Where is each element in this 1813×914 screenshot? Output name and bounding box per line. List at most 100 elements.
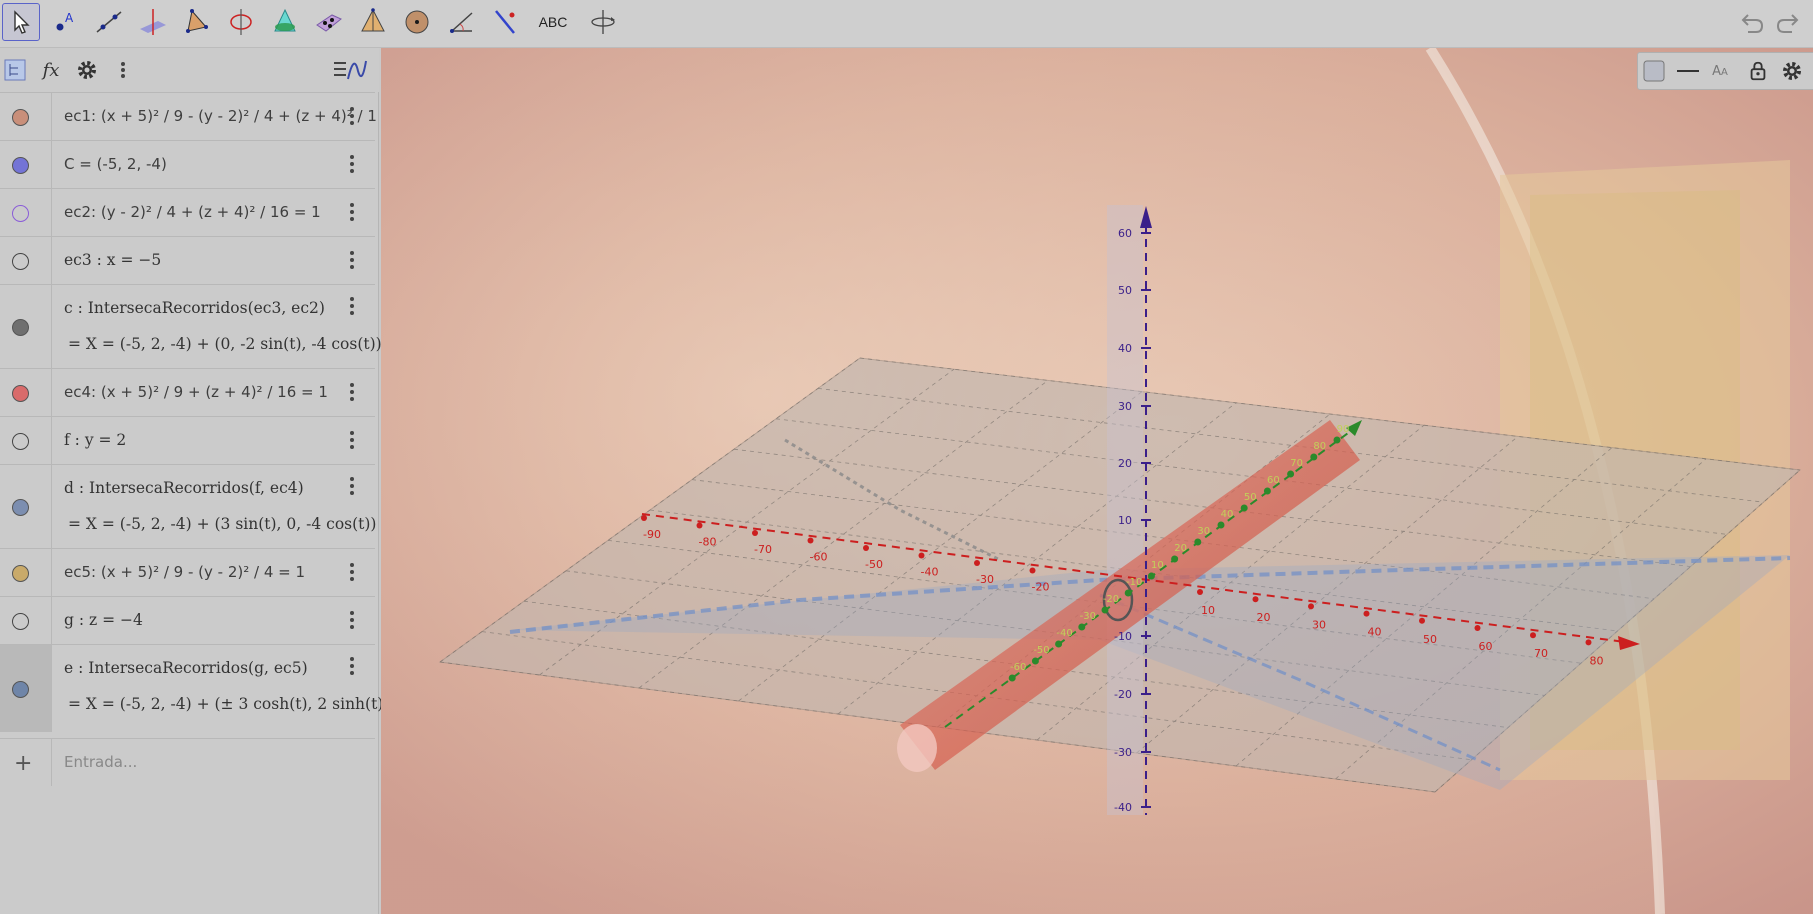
row-definition-f[interactable]: f : y = 2 [64,431,126,449]
algebra-input[interactable]: Entrada... [64,753,137,771]
point-tool[interactable]: A [46,3,84,41]
visibility-toggle-ec1[interactable] [12,108,29,126]
plane-points-icon [316,14,342,32]
visibility-toggle-g[interactable] [12,612,29,630]
reflect-tool[interactable] [486,3,524,41]
sphere-tool[interactable] [398,3,436,41]
row-menu-button[interactable] [349,251,355,271]
style-settings-button[interactable] [1778,57,1806,85]
row-definition-C[interactable]: C = (-5, 2, -4) [64,155,167,173]
algebra-row-ec1[interactable]: ec1: (x + 5)² / 9 - (y - 2)² / 4 + (z + … [0,92,377,140]
algebra-row-e[interactable]: e : IntersecaRecorridos(g, ec5) = X = (-5… [0,644,388,732]
row-marker [0,549,52,596]
algebra-menu-button[interactable] [108,55,138,85]
algebra-row-c[interactable]: c : IntersecaRecorridos(ec3, ec2) = X = (… [0,284,382,368]
algebra-row-ec4[interactable]: ec4: (x + 5)² / 9 + (z + 4)² / 16 = 1 [0,368,375,416]
pyramid-icon [361,8,385,32]
move-tool[interactable] [2,3,40,41]
row-menu-button[interactable] [349,431,355,451]
row-definition-g[interactable]: g : z = −4 [64,611,143,629]
x-tick-label: 20 [1257,611,1271,624]
algebra-row-d[interactable]: d : IntersecaRecorridos(f, ec4) = X = (-5… [0,464,376,548]
text-tool[interactable]: ABC [534,3,572,41]
redo-icon[interactable] [1774,8,1804,38]
visibility-toggle-C[interactable] [12,156,29,174]
row-menu-button[interactable] [349,383,355,403]
circle-axis-tool[interactable] [222,3,260,41]
x-tick [696,522,703,529]
visibility-toggle-ec5[interactable] [12,564,29,582]
visibility-toggle-ec3[interactable] [12,252,29,270]
row-definition-ec2[interactable]: ec2: (y - 2)² / 4 + (z + 4)² / 16 = 1 [64,203,321,221]
lock-button[interactable] [1744,57,1772,85]
row-result-e: = X = (-5, 2, -4) + (± 3 cosh(t), 2 sinh… [68,695,389,713]
visibility-toggle-d[interactable] [12,498,29,516]
graphics-3d-canvas[interactable]: -90 -80 -70 -60 -50 -40 -30 -20 10 20 30 40 50 60 70 80… [381,48,1813,914]
x-tick [752,530,758,536]
row-menu-button[interactable] [349,563,355,583]
graphing-toggle-button[interactable] [330,55,370,85]
row-menu-button[interactable] [349,203,355,223]
row-menu-button[interactable] [349,107,355,127]
row-menu-button[interactable] [349,657,355,677]
z-tick-label: 50 [1118,284,1132,297]
sort-toggle-button[interactable] [0,55,30,85]
algebra-input-row[interactable]: + Entrada... [0,738,375,786]
visibility-toggle-f[interactable] [12,432,29,450]
visibility-toggle-e[interactable] [12,680,29,698]
graphics-3d-view[interactable]: -90 -80 -70 -60 -50 -40 -30 -20 10 20 30 40 50 60 70 80… [381,48,1813,914]
algebra-row-ec5[interactable]: ec5: (x + 5)² / 9 - (y - 2)² / 4 = 1 [0,548,375,596]
algebra-row-ec2[interactable]: ec2: (y - 2)² / 4 + (z + 4)² / 16 = 1 [0,188,375,236]
line-style-button[interactable] [1674,57,1702,85]
perpendicular-icon [140,9,166,35]
text-size-button[interactable]: AA [1706,57,1734,85]
row-definition-ec4[interactable]: ec4: (x + 5)² / 9 + (z + 4)² / 16 = 1 [64,383,328,401]
row-definition-ec5[interactable]: ec5: (x + 5)² / 9 - (y - 2)² / 4 = 1 [64,563,305,581]
visibility-toggle-ec4[interactable] [12,384,29,402]
row-menu-button[interactable] [349,155,355,175]
y-tick [1194,538,1202,546]
x-tick [1363,610,1370,617]
y-tick [1171,555,1179,563]
polygon-tool[interactable] [178,3,216,41]
row-definition-c[interactable]: c : IntersecaRecorridos(ec3, ec2) [64,299,325,317]
row-marker [0,237,52,284]
algebra-row-ec3[interactable]: ec3 : x = −5 [0,236,375,284]
y-tick [1147,572,1155,580]
row-definition-d[interactable]: d : IntersecaRecorridos(f, ec4) [64,479,304,497]
angle-tool[interactable] [442,3,480,41]
visibility-toggle-c[interactable] [12,318,29,336]
pyramid-tool[interactable] [354,3,392,41]
y-tick-label: 80 [1313,441,1326,452]
algebra-row-C[interactable]: C = (-5, 2, -4) [0,140,375,188]
x-tick [974,560,980,566]
x-tick-label: 30 [1312,618,1326,631]
row-marker [0,189,52,236]
row-definition-ec3[interactable]: ec3 : x = −5 [64,251,161,269]
row-definition-e[interactable]: e : IntersecaRecorridos(g, ec5) [64,659,308,677]
background-color-button[interactable] [1640,57,1668,85]
x-tick-label: 50 [1423,633,1437,646]
algebra-row-g[interactable]: g : z = −4 [0,596,375,644]
algebra-row-f[interactable]: f : y = 2 [0,416,375,464]
fx-button[interactable]: 𝑓x [36,55,66,85]
row-definition-ec1[interactable]: ec1: (x + 5)² / 9 - (y - 2)² / 4 + (z + … [64,107,377,125]
row-menu-button[interactable] [349,611,355,631]
algebra-settings-button[interactable] [72,55,102,85]
line-tool[interactable] [90,3,128,41]
rotate-view-tool[interactable] [584,3,622,41]
intersect-surfaces-icon [274,8,296,32]
y-tick [1263,487,1271,495]
x-tick [1308,603,1314,610]
visibility-toggle-ec2[interactable] [12,204,29,222]
x-tick [1419,617,1425,624]
intersect-surfaces-tool[interactable] [266,3,304,41]
gear-icon [1783,62,1801,80]
undo-icon[interactable] [1736,8,1766,38]
row-menu-button[interactable] [349,477,355,497]
y-tick [1031,657,1039,665]
y-tick [1055,640,1063,648]
perpendicular-line-tool[interactable] [134,3,172,41]
row-menu-button[interactable] [349,297,355,317]
plane-points-tool[interactable] [310,3,348,41]
